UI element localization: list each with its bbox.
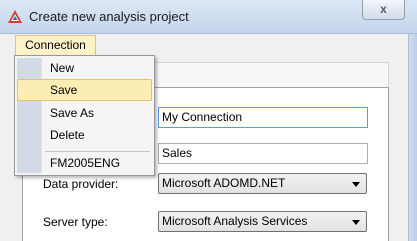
menu-item-new[interactable]: New: [17, 57, 152, 79]
data-provider-value: Microsoft ADOMD.NET: [162, 176, 286, 190]
server-type-select[interactable]: Microsoft Analysis Services: [158, 211, 367, 232]
chevron-down-icon: [352, 220, 360, 225]
connection-name-field[interactable]: My Connection: [158, 107, 368, 128]
menu-connection[interactable]: Connection: [15, 35, 96, 56]
close-icon: x: [380, 2, 387, 16]
cube-field[interactable]: Sales: [158, 143, 368, 164]
data-provider-select[interactable]: Microsoft ADOMD.NET: [158, 173, 367, 194]
data-provider-label: Data provider:: [43, 177, 119, 191]
menu-item-delete[interactable]: Delete: [17, 124, 152, 146]
window-title: Create new analysis project: [29, 9, 189, 24]
menu-item-save[interactable]: Save: [17, 79, 152, 101]
connection-menu: New Save Save As Delete FM2005ENG: [14, 55, 155, 176]
app-logo-icon: [8, 10, 22, 23]
menu-item-saved-connection[interactable]: FM2005ENG: [17, 152, 152, 174]
window-frame-edge: [408, 34, 417, 241]
close-button[interactable]: x: [362, 0, 405, 20]
server-type-label: Server type:: [43, 215, 108, 229]
chevron-down-icon: [352, 182, 360, 187]
menu-bar: Connection: [0, 34, 408, 56]
title-bar: Create new analysis project x: [0, 0, 417, 34]
menu-item-save-as[interactable]: Save As: [17, 102, 152, 124]
tab-strip: [153, 62, 389, 87]
server-type-value: Microsoft Analysis Services: [162, 214, 308, 228]
